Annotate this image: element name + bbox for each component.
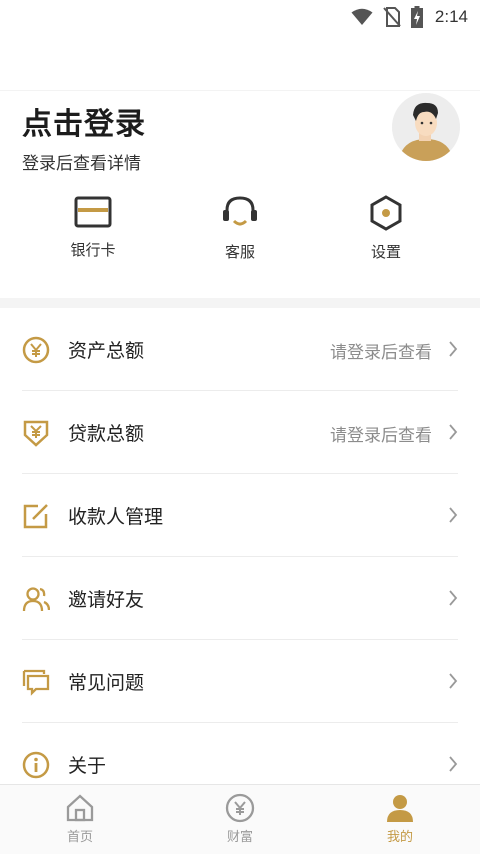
menu-item-faq[interactable]: 常见问题 bbox=[22, 640, 458, 723]
menu-item-hint: 请登录后查看 bbox=[330, 426, 432, 446]
tab-wealth-label: 财富 bbox=[226, 830, 253, 845]
headset-icon bbox=[223, 196, 257, 226]
chevron-right-icon bbox=[449, 424, 458, 440]
menu-list: 资产总额 请登录后查看 贷款总额 请登录后查看 收款人管理 邀请好友 常见问题 … bbox=[0, 308, 480, 806]
person-icon bbox=[387, 795, 413, 822]
settings-hexagon-icon bbox=[370, 195, 402, 231]
info-circle-icon bbox=[22, 751, 50, 779]
menu-item-label: 常见问题 bbox=[68, 672, 145, 694]
menu-item-label: 资产总额 bbox=[68, 340, 145, 362]
avatar[interactable] bbox=[392, 93, 460, 161]
battery-charging-icon bbox=[410, 6, 423, 28]
home-icon bbox=[66, 794, 94, 822]
tab-home-label: 首页 bbox=[66, 830, 93, 845]
menu-item-assets[interactable]: 资产总额 请登录后查看 bbox=[22, 308, 458, 391]
no-sim-icon bbox=[383, 7, 401, 27]
wifi-icon bbox=[351, 8, 373, 25]
status-time: 2:14 bbox=[434, 7, 468, 26]
login-title[interactable]: 点击登录 bbox=[22, 99, 146, 143]
login-subtitle: 登录后查看详情 bbox=[22, 154, 141, 174]
chevron-right-icon bbox=[449, 341, 458, 357]
avatar-illustration bbox=[392, 93, 460, 161]
menu-item-label: 关于 bbox=[68, 755, 107, 777]
chat-bubbles-icon bbox=[22, 669, 50, 696]
yen-coin-icon bbox=[225, 793, 255, 823]
status-bar: 2:14 bbox=[0, 0, 480, 34]
users-icon bbox=[22, 587, 50, 612]
quick-settings-label: 设置 bbox=[370, 243, 401, 261]
quick-actions: 银行卡 客服 设置 bbox=[0, 195, 480, 275]
quick-bank-card[interactable]: 银行卡 bbox=[43, 195, 143, 260]
menu-item-hint: 请登录后查看 bbox=[330, 343, 432, 363]
edit-square-icon bbox=[23, 504, 48, 529]
menu-item-loans[interactable]: 贷款总额 请登录后查看 bbox=[22, 391, 458, 474]
menu-item-label: 邀请好友 bbox=[68, 589, 145, 611]
section-divider bbox=[0, 298, 480, 308]
menu-item-invite[interactable]: 邀请好友 bbox=[22, 557, 458, 640]
tab-wealth[interactable]: 财富 bbox=[200, 793, 280, 845]
bottom-tab-bar: 首页 财富 我的 bbox=[0, 784, 480, 854]
quick-bank-card-label: 银行卡 bbox=[70, 241, 116, 259]
yen-shield-icon bbox=[23, 420, 49, 447]
menu-item-label: 贷款总额 bbox=[68, 423, 145, 445]
bank-card-icon bbox=[74, 196, 112, 228]
quick-customer-service[interactable]: 客服 bbox=[190, 195, 290, 262]
chevron-right-icon bbox=[449, 590, 458, 606]
chevron-right-icon bbox=[449, 756, 458, 772]
quick-settings[interactable]: 设置 bbox=[336, 195, 436, 262]
yen-circle-icon bbox=[22, 336, 50, 364]
chevron-right-icon bbox=[449, 507, 458, 523]
tab-mine[interactable]: 我的 bbox=[360, 793, 440, 845]
tab-home[interactable]: 首页 bbox=[40, 793, 120, 845]
menu-item-label: 收款人管理 bbox=[68, 506, 164, 528]
chevron-right-icon bbox=[449, 673, 458, 689]
profile-header: 点击登录 登录后查看详情 银行卡 客服 设置 bbox=[0, 90, 480, 300]
tab-mine-label: 我的 bbox=[386, 830, 413, 845]
menu-item-payees[interactable]: 收款人管理 bbox=[22, 474, 458, 557]
quick-customer-service-label: 客服 bbox=[224, 243, 255, 261]
